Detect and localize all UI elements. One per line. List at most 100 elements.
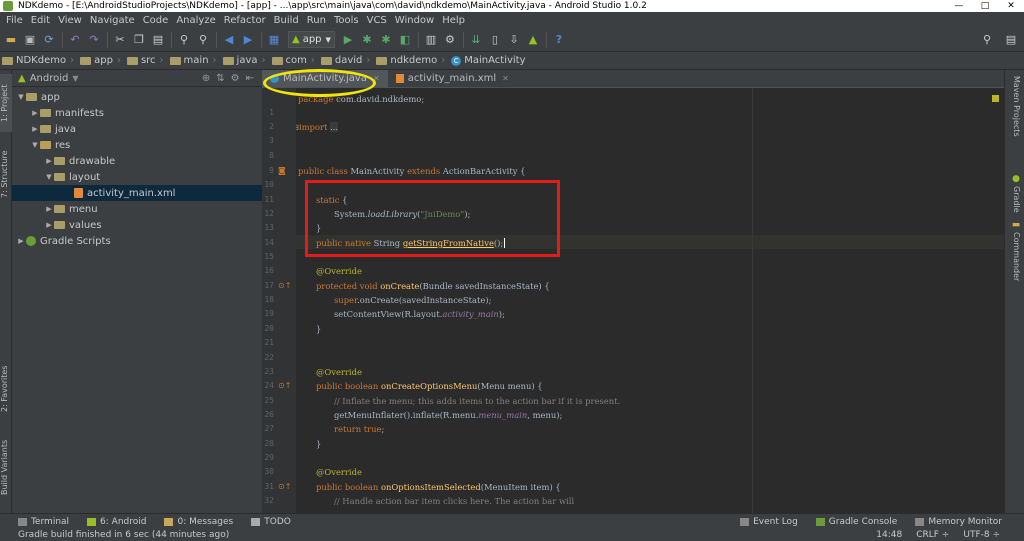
tab-commander[interactable]: Commander	[1012, 232, 1021, 281]
override-gutter-icon[interactable]: ⊙↑	[278, 482, 291, 491]
run-configuration-dropdown[interactable]: ▲ app ▼	[288, 31, 335, 48]
collapse-all-icon[interactable]: ⇅	[216, 73, 224, 84]
tree-item-activity-main-xml[interactable]: activity_main.xml	[12, 185, 262, 201]
tree-item-drawable[interactable]: ▶ drawable	[12, 153, 262, 169]
tree-item-layout[interactable]: ▼ layout	[12, 169, 262, 185]
breadcrumb-item[interactable]: david ›	[320, 55, 370, 66]
menu-analyze[interactable]: Analyze	[172, 15, 219, 26]
breadcrumb-item[interactable]: C MainActivity	[451, 55, 526, 66]
back-icon[interactable]: ◀	[220, 31, 238, 49]
status-message[interactable]: Gradle build finished in 6 sec (44 minut…	[18, 530, 229, 540]
minimize-button[interactable]: —	[946, 0, 972, 12]
class-gutter-icon[interactable]: ◙	[278, 166, 286, 175]
caret-position[interactable]: 14:48	[876, 530, 902, 540]
menu-refactor[interactable]: Refactor	[220, 15, 270, 26]
project-view-selector[interactable]: Android	[30, 73, 69, 84]
inspection-status-marker[interactable]	[992, 95, 999, 102]
chevron-down-icon[interactable]: ▼	[72, 74, 78, 83]
sync-icon[interactable]: ⟳	[40, 31, 58, 49]
collapsed-arrow-icon[interactable]: ▶	[16, 237, 26, 245]
tab-android[interactable]: 6: Android	[87, 517, 146, 527]
run-icon[interactable]: ▶	[339, 31, 357, 49]
menu-build[interactable]: Build	[270, 15, 303, 26]
tab-build-variants[interactable]: Build Variants	[0, 432, 12, 502]
tab-structure[interactable]: 7: Structure	[0, 144, 12, 204]
tab-memory-monitor[interactable]: Memory Monitor	[915, 517, 1002, 527]
menu-file[interactable]: File	[2, 15, 27, 26]
tree-item-java[interactable]: ▶ java	[12, 121, 262, 137]
collapsed-arrow-icon[interactable]: ▶	[44, 205, 54, 213]
close-button[interactable]: ✕	[998, 0, 1024, 12]
collapsed-arrow-icon[interactable]: ▶	[30, 109, 40, 117]
menu-vcs[interactable]: VCS	[363, 15, 391, 26]
breadcrumb-item[interactable]: main ›	[169, 55, 217, 66]
replace-icon[interactable]: ⚲	[194, 31, 212, 49]
hide-panel-icon[interactable]: ⇤	[246, 73, 254, 84]
tree-item-values[interactable]: ▶ values	[12, 217, 262, 233]
avd-manager-icon[interactable]: ▯	[486, 31, 504, 49]
scroll-from-source-icon[interactable]: ⊕	[202, 73, 210, 84]
tab-project[interactable]: 1: Project	[0, 74, 12, 132]
menu-tools[interactable]: Tools	[330, 15, 363, 26]
tab-messages[interactable]: 0: Messages	[164, 517, 233, 527]
undo-icon[interactable]: ↶	[66, 31, 84, 49]
expanded-arrow-icon[interactable]: ▼	[16, 93, 26, 101]
tab-maven-projects[interactable]: Maven Projects	[1012, 76, 1021, 137]
expanded-arrow-icon[interactable]: ▼	[30, 141, 40, 149]
tab-event-log[interactable]: Event Log	[740, 517, 798, 527]
cut-icon[interactable]: ✂	[111, 31, 129, 49]
expanded-arrow-icon[interactable]: ▼	[44, 173, 54, 181]
breadcrumb-item[interactable]: app ›	[80, 55, 121, 66]
tab-favorites[interactable]: 2: Favorites	[0, 360, 12, 418]
tree-item-res[interactable]: ▼ res	[12, 137, 262, 153]
tree-item-menu[interactable]: ▶ menu	[12, 201, 262, 217]
breadcrumb-item[interactable]: com ›	[271, 55, 315, 66]
collapsed-arrow-icon[interactable]: ▶	[30, 125, 40, 133]
tab-activity-main-xml[interactable]: activity_main.xml ✕	[388, 70, 517, 87]
find-icon[interactable]: ⚲	[175, 31, 193, 49]
android-device-monitor-icon[interactable]: ▲	[524, 31, 542, 49]
override-gutter-icon[interactable]: ⊙↑	[278, 381, 291, 390]
breadcrumb-item[interactable]: src ›	[126, 55, 164, 66]
tree-item-app[interactable]: ▼ app	[12, 89, 262, 105]
breadcrumb-item[interactable]: NDKdemo ›	[2, 55, 74, 66]
gear-icon[interactable]: ⚙	[231, 73, 240, 84]
ide-settings-icon[interactable]: ▤	[1002, 31, 1020, 49]
settings-icon[interactable]: ⚙	[441, 31, 459, 49]
menu-edit[interactable]: Edit	[27, 15, 54, 26]
menu-navigate[interactable]: Navigate	[86, 15, 139, 26]
tab-gradle-console[interactable]: Gradle Console	[815, 517, 897, 527]
encoding-selector[interactable]: UTF-8 ÷	[963, 530, 1000, 540]
copy-icon[interactable]: ❐	[130, 31, 148, 49]
tree-item-manifests[interactable]: ▶ manifests	[12, 105, 262, 121]
project-structure-icon[interactable]: ▥	[422, 31, 440, 49]
menu-view[interactable]: View	[54, 15, 86, 26]
search-icon[interactable]: ⚲	[978, 31, 996, 49]
code-editor[interactable]: package com.david.ndkdemo; ⊞import ... p…	[296, 88, 1004, 513]
menu-code[interactable]: Code	[139, 15, 173, 26]
collapsed-arrow-icon[interactable]: ▶	[44, 157, 54, 165]
menu-help[interactable]: Help	[438, 15, 469, 26]
paste-icon[interactable]: ▤	[149, 31, 167, 49]
sdk-manager-icon[interactable]: ⇩	[505, 31, 523, 49]
menu-run[interactable]: Run	[303, 15, 330, 26]
override-gutter-icon[interactable]: ⊙↑	[278, 281, 291, 290]
open-folder-icon[interactable]: ▬	[2, 31, 20, 49]
close-icon[interactable]: ✕	[502, 74, 509, 83]
attach-debugger-icon[interactable]: ✱	[377, 31, 395, 49]
gradle-sync-icon[interactable]: ⇊	[467, 31, 485, 49]
breadcrumb-item[interactable]: java ›	[222, 55, 266, 66]
tab-gradle[interactable]: Gradle	[1012, 186, 1021, 213]
make-project-icon[interactable]: ▦	[265, 31, 283, 49]
collapsed-arrow-icon[interactable]: ▶	[44, 221, 54, 229]
help-icon[interactable]: ?	[550, 31, 568, 49]
breadcrumb-item[interactable]: ndkdemo ›	[376, 55, 445, 66]
save-all-icon[interactable]: ▣	[21, 31, 39, 49]
line-separator-selector[interactable]: CRLF ÷	[916, 530, 949, 540]
coverage-icon[interactable]: ◧	[396, 31, 414, 49]
tree-item-gradle-scripts[interactable]: ▶ Gradle Scripts	[12, 233, 262, 249]
maximize-button[interactable]: □	[972, 0, 998, 12]
forward-icon[interactable]: ▶	[239, 31, 257, 49]
debug-icon[interactable]: ✱	[358, 31, 376, 49]
redo-icon[interactable]: ↷	[85, 31, 103, 49]
